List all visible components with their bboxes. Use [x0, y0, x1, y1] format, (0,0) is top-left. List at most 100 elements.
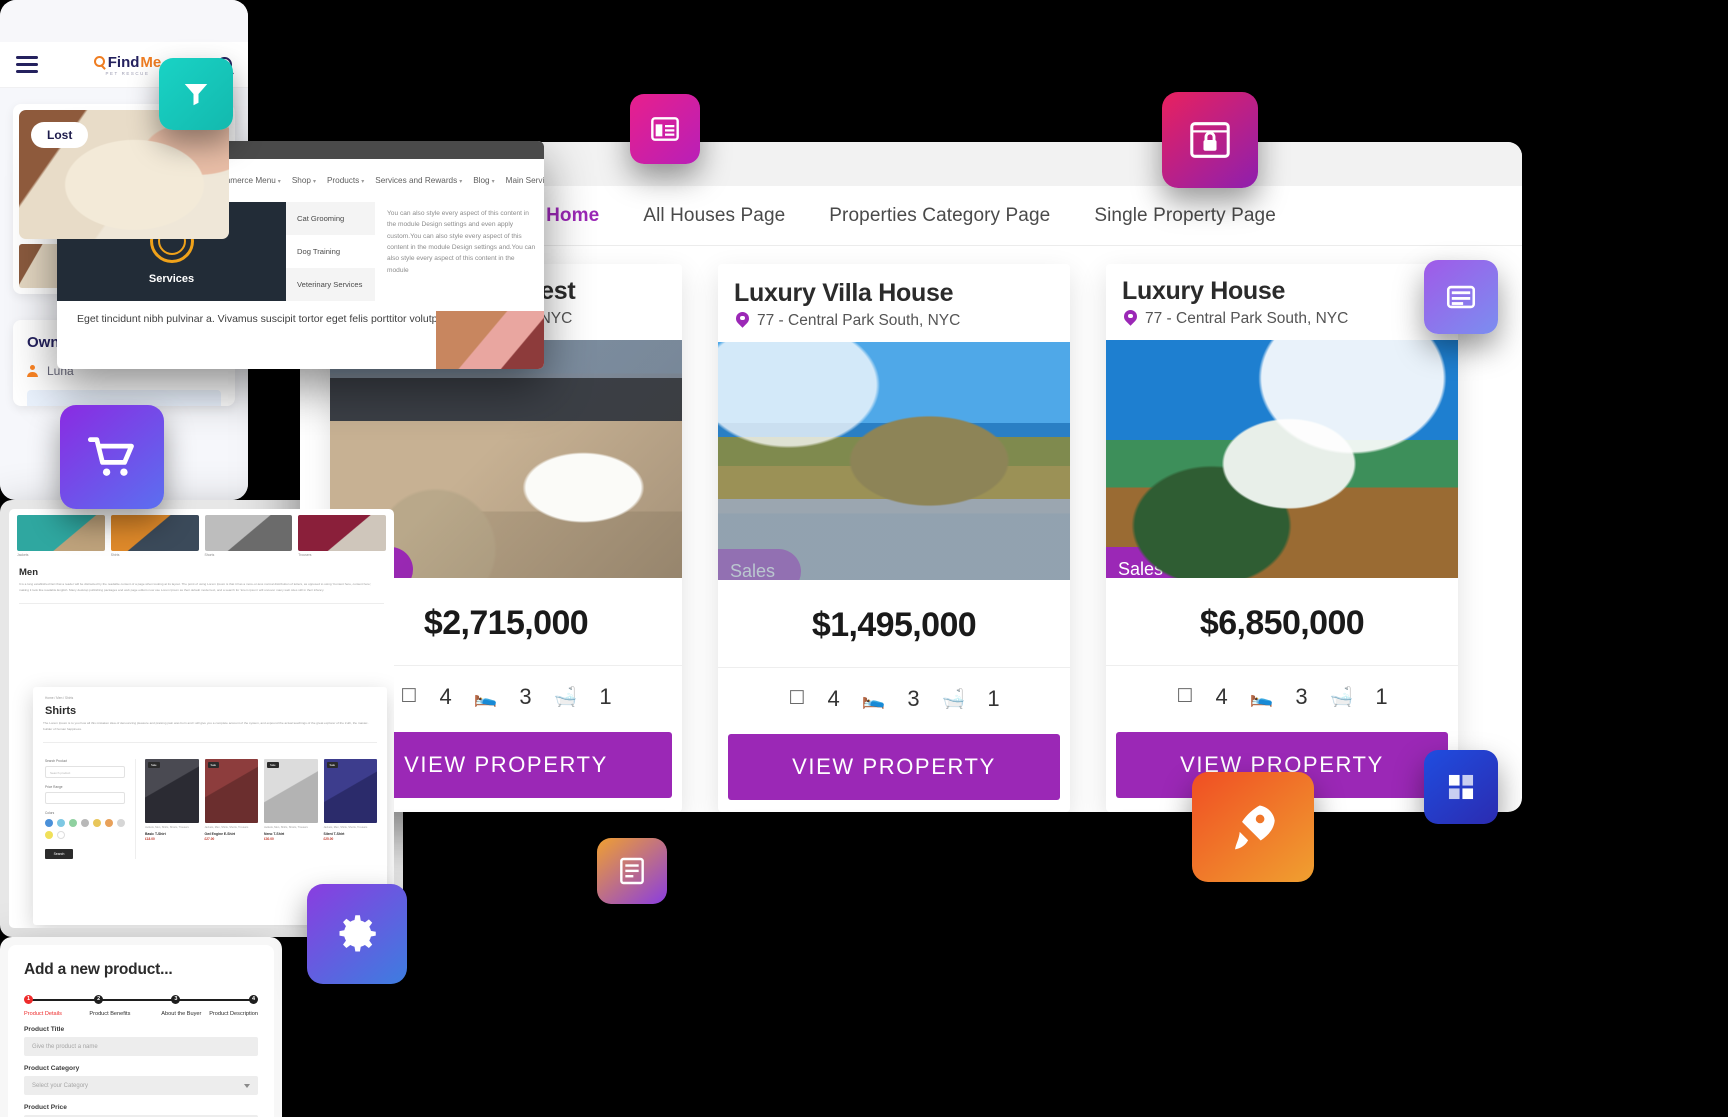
petnav-item-blog[interactable]: Blog ▾ — [473, 176, 494, 185]
chevron-down-icon: ▾ — [491, 179, 495, 185]
search-button[interactable]: Search — [45, 849, 73, 860]
step-4-marker[interactable]: 4 — [249, 995, 258, 1004]
stepper-labels: Product Details Product Benefits About t… — [24, 1011, 258, 1017]
property-photo: Sales — [1106, 339, 1458, 578]
petnav-item-services-rewards[interactable]: Services and Rewards ▾ — [375, 176, 462, 185]
step-3-label: About the Buyer — [161, 1011, 202, 1017]
nav-item-all-houses[interactable]: All Houses Page — [643, 205, 785, 227]
logo-tagline: PET RESCUE — [105, 70, 150, 76]
panel-app-tile[interactable] — [1424, 260, 1498, 334]
product-card[interactable]: Sale Jackets, Men, Shirts, Shorts, Trous… — [204, 759, 258, 859]
chevron-down-icon: ▾ — [459, 179, 463, 185]
color-swatch[interactable] — [81, 819, 89, 828]
product-price: £30.00 — [264, 837, 274, 842]
nav-item-properties-category[interactable]: Properties Category Page — [829, 205, 1050, 227]
price-range-label: Price Range — [45, 785, 63, 790]
rocket-app-tile[interactable] — [1192, 772, 1314, 882]
color-swatch[interactable] — [45, 819, 53, 828]
property-card[interactable]: Luxury House 77 - Central Park South, NY… — [1106, 264, 1458, 812]
service-tab-cat-grooming[interactable]: Cat Grooming — [286, 202, 375, 235]
spec-beds-value: 3 — [519, 683, 532, 709]
document-app-tile[interactable] — [597, 838, 667, 904]
product-card[interactable]: Sale Jackets, Men, Shirts, Shorts, Trous… — [145, 759, 199, 859]
step-2-marker[interactable]: 2 — [94, 995, 104, 1004]
document-icon — [620, 857, 644, 885]
price-range-slider[interactable] — [45, 792, 125, 805]
color-swatch[interactable] — [57, 831, 65, 840]
product-category-select[interactable]: Select your Category — [24, 1076, 258, 1095]
property-address-row: 77 - Central Park South, NYC — [1106, 306, 1458, 340]
product-image: Sale — [145, 759, 199, 824]
petnav-item-main-servies[interactable]: Main Servies — [506, 176, 544, 185]
bed-icon: 🛌 — [861, 688, 886, 710]
category-caption: Trousers — [298, 553, 312, 557]
category-image[interactable] — [298, 515, 386, 551]
door-icon: ☐ — [1176, 686, 1194, 707]
service-tab-veterinary[interactable]: Veterinary Services — [286, 268, 375, 301]
dog-photo — [436, 311, 544, 369]
color-swatch[interactable] — [105, 819, 113, 828]
sale-badge: Sale — [326, 762, 339, 769]
filter-app-tile[interactable] — [159, 58, 233, 130]
service-tab-dog-training[interactable]: Dog Training — [286, 235, 375, 268]
step-4-label: Product Description — [209, 1011, 258, 1017]
hamburger-menu-icon[interactable] — [16, 56, 38, 73]
layout-app-tile[interactable] — [630, 94, 700, 164]
spec-beds-value: 3 — [907, 685, 920, 711]
step-3-marker[interactable]: 3 — [171, 995, 181, 1004]
product-card[interactable]: Sale Jackets, Men, Shirts, Shorts, Trous… — [323, 759, 377, 859]
color-swatch[interactable] — [93, 819, 101, 828]
spec-rooms-value: 4 — [439, 683, 452, 709]
breadcrumb: Home / Men / Shirts — [45, 696, 74, 700]
product-title-input[interactable]: Give the product a name — [24, 1037, 258, 1056]
petnav-item-shop[interactable]: Shop ▾ — [292, 176, 316, 185]
petnav-item-products[interactable]: Products ▾ — [327, 176, 364, 185]
services-hero-label: Services — [148, 272, 195, 285]
search-product-label: Search Product — [45, 759, 67, 764]
cart-app-tile[interactable] — [60, 405, 164, 509]
status-badge: Sales — [1106, 546, 1190, 578]
product-price: £18.00 — [145, 837, 155, 842]
step-2-label: Product Benefits — [89, 1011, 131, 1017]
logo-me-text: Me — [140, 53, 162, 71]
door-icon: ☐ — [788, 688, 806, 709]
lock-app-tile[interactable] — [1162, 92, 1258, 188]
color-swatch[interactable] — [57, 819, 65, 828]
settings-app-tile[interactable] — [307, 884, 407, 984]
category-caption: Shorts — [204, 553, 215, 557]
property-title: Luxury Villa House — [734, 279, 954, 307]
nav-item-home[interactable]: Home — [546, 205, 599, 227]
category-image[interactable] — [204, 515, 293, 551]
color-swatch[interactable] — [117, 819, 125, 828]
product-image: Sale — [264, 759, 318, 824]
bed-icon: 🛌 — [473, 686, 498, 708]
product-card[interactable]: Sale Jackets, Men, Shirts, Shorts, Trous… — [264, 759, 318, 859]
category-caption: Shirts — [110, 553, 120, 557]
category-image[interactable] — [110, 515, 199, 551]
product-price-label: Product Price — [24, 1104, 67, 1111]
search-icon — [93, 55, 105, 67]
chevron-down-icon: ▾ — [277, 179, 281, 185]
grid-icon — [1448, 774, 1474, 800]
grid-app-tile[interactable] — [1424, 750, 1498, 824]
spec-rooms-value: 4 — [1215, 683, 1228, 709]
nav-item-single-property[interactable]: Single Property Page — [1094, 205, 1276, 227]
property-card-list-row2: Beautiful House 77 - Central Park South,… — [300, 812, 1522, 813]
chevron-down-icon: ▾ — [312, 179, 316, 185]
step-1-label: Product Details — [24, 1011, 62, 1017]
owner-contact-strip — [27, 390, 221, 406]
findme-logo[interactable]: Find Me PET RESCUE — [93, 53, 162, 76]
form-stepper: 1 2 3 4 — [24, 995, 258, 1005]
property-card[interactable]: Luxury Villa House 77 - Central Park Sou… — [718, 264, 1070, 812]
product-price: £25.00 — [323, 837, 334, 842]
property-address: 77 - Central Park South, NYC — [1145, 309, 1349, 327]
phone-status-bar — [0, 0, 248, 42]
product-category-label: Product Category — [24, 1065, 80, 1072]
panel-title: Add a new product... — [24, 961, 173, 978]
color-swatch[interactable] — [45, 831, 53, 840]
color-swatch[interactable] — [69, 819, 77, 828]
search-product-input[interactable]: Search product — [45, 766, 125, 779]
view-property-button[interactable]: VIEW PROPERTY — [728, 733, 1060, 800]
step-1-marker[interactable]: 1 — [24, 995, 33, 1004]
category-image[interactable] — [17, 515, 105, 551]
